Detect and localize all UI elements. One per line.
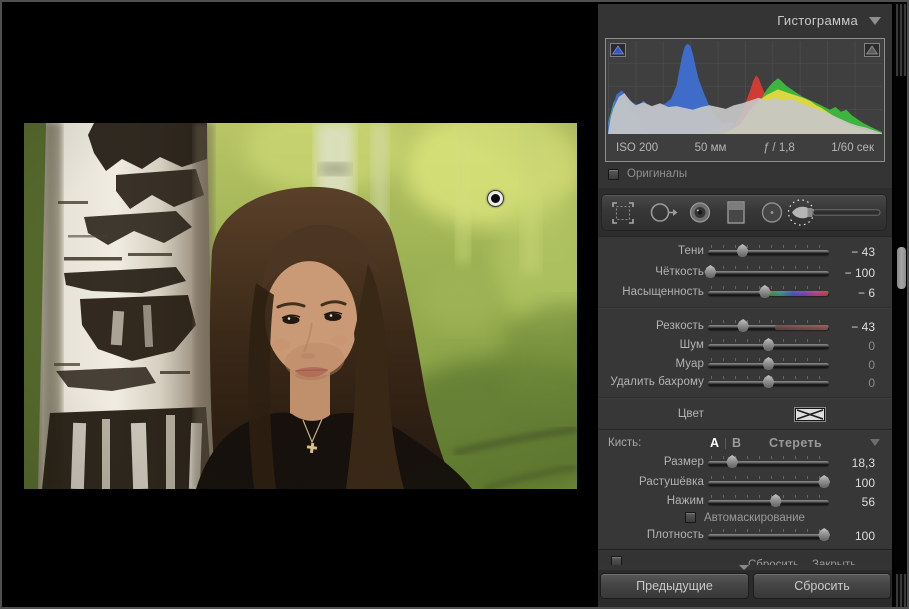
slider-flow: Нажим 56 <box>598 492 892 512</box>
spot-removal-tool-icon[interactable] <box>650 203 678 222</box>
toolstrip <box>601 194 887 231</box>
color-swatch[interactable] <box>795 408 825 421</box>
slider-size-label: Размер <box>663 456 704 468</box>
slider-feather: Растушёвка 100 <box>598 473 892 493</box>
brush-label: Кисть: <box>608 437 642 449</box>
exif-aperture: ƒ / 1,8 <box>762 141 795 154</box>
collapse-triangle-icon[interactable] <box>869 17 881 25</box>
divider <box>598 397 892 399</box>
histogram-box: ISO 200 50 мм ƒ / 1,8 1/60 сек <box>605 38 885 162</box>
slider-sharpness: Резкость − 43 <box>598 317 892 337</box>
panel-scrollbar-thumb[interactable] <box>897 247 906 289</box>
slider-clarity-label: Чёткость <box>655 266 704 278</box>
graduated-filter-tool-icon[interactable] <box>727 201 745 224</box>
slider-clarity: Чёткость − 100 <box>598 263 892 283</box>
slider-noise-label: Шум <box>679 339 704 351</box>
clipped-reset-fragment[interactable]: Сбросить <box>748 559 799 565</box>
slider-sharpness-label: Резкость <box>656 320 704 332</box>
previous-button[interactable]: Предыдущие <box>600 573 749 599</box>
histogram-panel-header[interactable]: Гистограмма <box>598 4 892 37</box>
slider-saturation-label: Насыщенность <box>622 286 704 298</box>
separator <box>725 438 726 449</box>
color-row: Цвет <box>598 405 892 425</box>
originals-row: Оригиналы <box>608 166 687 182</box>
slider-shadows-label: Тени <box>678 245 704 257</box>
exif-iso: ISO 200 <box>616 141 659 154</box>
histogram-panel-title: Гистограмма <box>777 13 858 28</box>
red-eye-tool-icon[interactable] <box>689 202 711 223</box>
slider-noise-value[interactable]: 0 <box>808 339 875 353</box>
crop-tool-icon[interactable] <box>612 202 634 224</box>
lightroom-window: Гистограмма ISO 200 50 мм ƒ / 1,8 1/60 с… <box>0 0 909 609</box>
automask-checkbox[interactable] <box>685 512 696 523</box>
slider-density: Плотность 100 <box>598 526 892 546</box>
slider-feather-label: Растушёвка <box>639 476 704 488</box>
brush-b-button[interactable]: В <box>732 436 741 450</box>
highlight-clipping-indicator[interactable] <box>864 43 880 57</box>
histogram-plot[interactable] <box>608 41 882 134</box>
shadow-clipping-indicator[interactable] <box>610 43 626 57</box>
adjustment-pin[interactable] <box>487 190 504 207</box>
panel-footer: Предыдущие Сбросить <box>598 570 892 607</box>
photo-image <box>24 123 577 489</box>
brush-adjustments-panel: Тени − 43 Чёткость − 100 Насыщенность − 6 Рез… <box>598 236 892 550</box>
slider-flow-label: Нажим <box>666 495 704 507</box>
slider-defringe-value[interactable]: 0 <box>808 376 875 390</box>
brush-a-button[interactable]: А <box>710 436 719 450</box>
slider-moire: Муар 0 <box>598 355 892 375</box>
slider-defringe: Удалить бахрому 0 <box>598 373 892 393</box>
brush-header: Кисть: А В Стереть <box>598 435 892 452</box>
clipped-close-fragment[interactable]: Закрыть <box>812 559 856 565</box>
slider-moire-label: Муар <box>675 358 704 370</box>
panel-edge-grip <box>896 574 907 607</box>
slider-moire-value[interactable]: 0 <box>808 358 875 372</box>
radial-filter-tool-icon[interactable] <box>761 202 783 223</box>
slider-saturation-value[interactable]: − 6 <box>808 286 875 300</box>
slider-sharpness-value[interactable]: − 43 <box>808 320 875 334</box>
slider-defringe-label: Удалить бахрому <box>610 376 704 388</box>
slider-density-value[interactable]: 100 <box>808 529 875 543</box>
slider-shadows: Тени − 43 <box>598 242 892 262</box>
automask-label: Автомаскирование <box>704 512 805 524</box>
slider-clarity-value[interactable]: − 100 <box>808 266 875 280</box>
slider-flow-value[interactable]: 56 <box>808 495 875 509</box>
adjustment-brush-tool-icon[interactable] <box>787 199 881 226</box>
slider-noise: Шум 0 <box>598 336 892 356</box>
slider-size: Размер 18,3 <box>598 453 892 473</box>
panel-edge-grip <box>896 4 907 76</box>
color-label: Цвет <box>677 408 704 420</box>
slider-feather-value[interactable]: 100 <box>808 476 875 490</box>
slider-density-label: Плотность <box>646 529 704 541</box>
section-border <box>598 429 892 431</box>
exif-info-row: ISO 200 50 мм ƒ / 1,8 1/60 сек <box>606 134 884 161</box>
slider-saturation: Насыщенность − 6 <box>598 283 892 303</box>
toolstrip-band <box>598 188 892 236</box>
originals-checkbox[interactable] <box>608 168 619 180</box>
brush-handle <box>812 209 881 216</box>
divider <box>598 307 892 309</box>
exif-shutter: 1/60 сек <box>831 141 874 154</box>
originals-label: Оригиналы <box>627 168 688 180</box>
photo-canvas[interactable] <box>24 123 577 489</box>
brush-collapse-icon[interactable] <box>870 439 880 446</box>
clipped-next-row: Сбросить Закрыть <box>598 552 892 565</box>
reset-button[interactable]: Сбросить <box>753 573 891 599</box>
slider-shadows-value[interactable]: − 43 <box>808 245 875 259</box>
brush-erase-button[interactable]: Стереть <box>769 436 822 450</box>
slider-size-value[interactable]: 18,3 <box>808 456 875 470</box>
exif-focal-length: 50 мм <box>694 141 727 154</box>
clipped-checkbox[interactable] <box>611 556 622 565</box>
panel-edge <box>894 2 907 607</box>
right-panel: Гистограмма ISO 200 50 мм ƒ / 1,8 1/60 с… <box>598 4 892 607</box>
automask-row: Автомаскирование <box>598 511 892 526</box>
